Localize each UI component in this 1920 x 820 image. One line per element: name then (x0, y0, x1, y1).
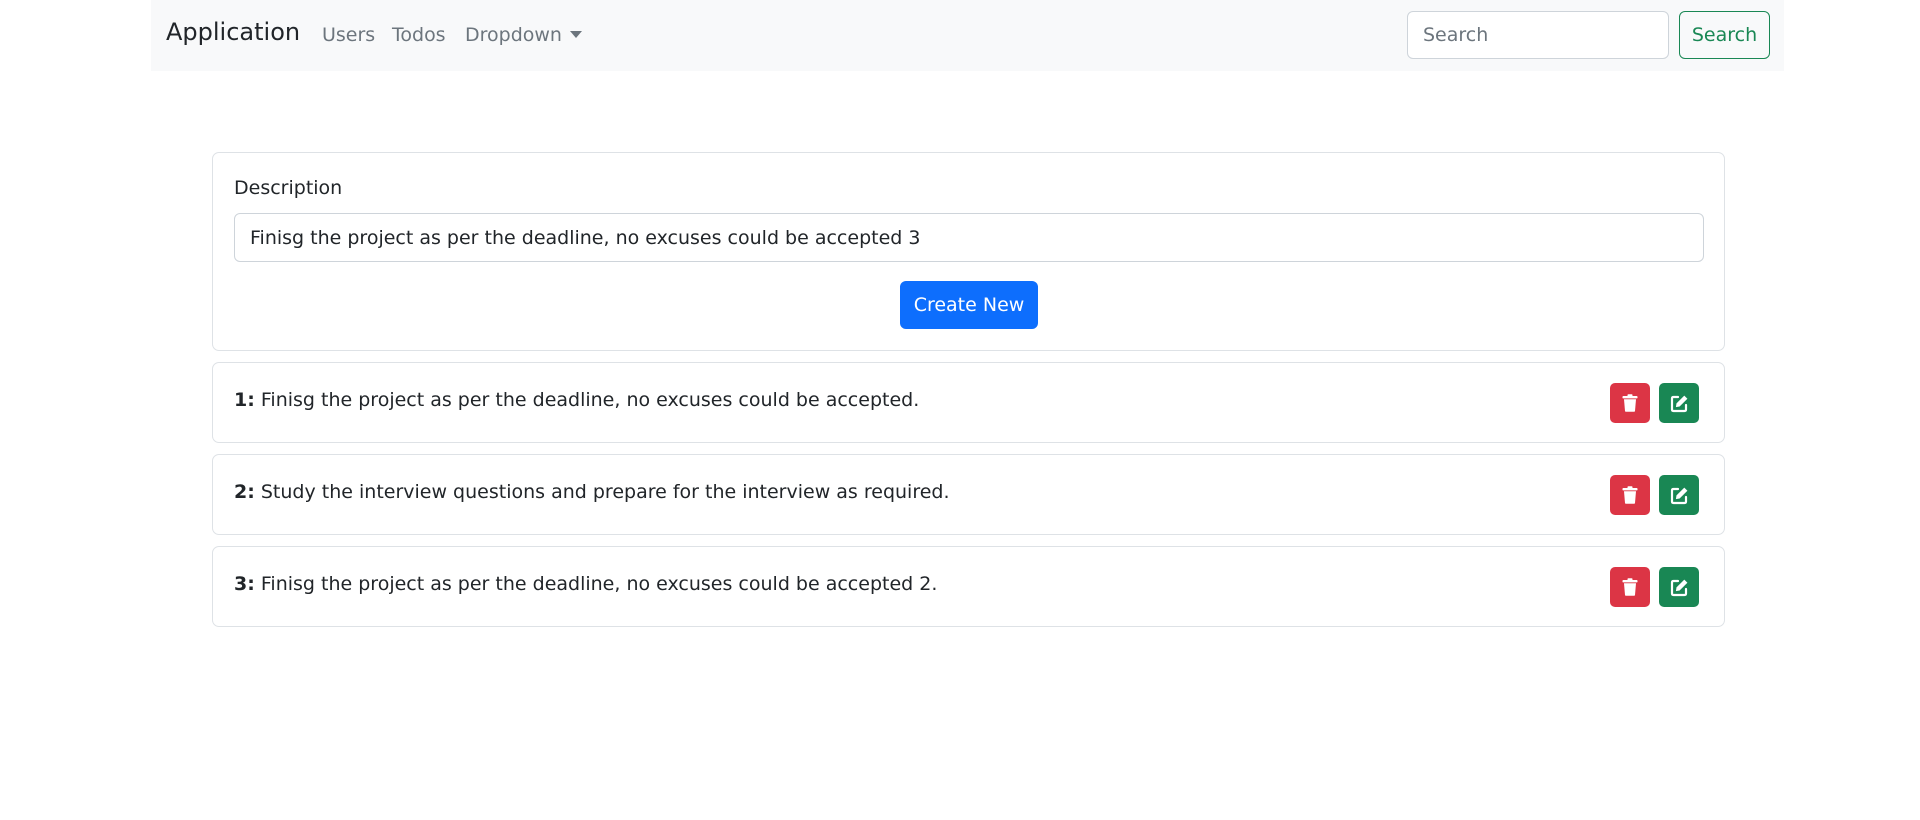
todo-item: 3: Finisg the project as per the deadlin… (212, 546, 1725, 627)
todo-number: 3: (234, 573, 255, 595)
todo-description: Study the interview questions and prepar… (260, 481, 950, 503)
edit-button[interactable] (1659, 567, 1699, 607)
todo-text: 2: Study the interview questions and pre… (234, 481, 950, 503)
edit-button[interactable] (1659, 475, 1699, 515)
brand-link[interactable]: Application (166, 18, 300, 46)
delete-button[interactable] (1610, 383, 1650, 423)
nav-dropdown-toggle[interactable]: Dropdown (465, 24, 582, 46)
edit-button[interactable] (1659, 383, 1699, 423)
todo-description: Finisg the project as per the deadline, … (260, 573, 938, 595)
delete-button[interactable] (1610, 567, 1650, 607)
nav-dropdown-label: Dropdown (465, 24, 562, 46)
navbar: Application Users Todos Dropdown Search (151, 0, 1784, 71)
nav-link-users[interactable]: Users (322, 24, 375, 46)
description-input[interactable] (234, 213, 1704, 262)
edit-icon (1670, 487, 1687, 504)
todo-number: 2: (234, 481, 255, 503)
todo-number: 1: (234, 389, 255, 411)
trash-icon (1622, 578, 1638, 596)
todo-text: 1: Finisg the project as per the deadlin… (234, 389, 919, 411)
trash-icon (1622, 394, 1638, 412)
edit-icon (1670, 579, 1687, 596)
trash-icon (1622, 486, 1638, 504)
edit-icon (1670, 395, 1687, 412)
todo-text: 3: Finisg the project as per the deadlin… (234, 573, 937, 595)
create-new-button[interactable]: Create New (900, 281, 1038, 329)
todo-item: 2: Study the interview questions and pre… (212, 454, 1725, 535)
todo-item: 1: Finisg the project as per the deadlin… (212, 362, 1725, 443)
caret-down-icon (569, 31, 582, 38)
search-button[interactable]: Search (1679, 11, 1770, 59)
delete-button[interactable] (1610, 475, 1650, 515)
todo-description: Finisg the project as per the deadline, … (260, 389, 920, 411)
search-input[interactable] (1407, 11, 1669, 59)
nav-link-todos[interactable]: Todos (392, 24, 446, 46)
create-todo-card: Description Create New (212, 152, 1725, 351)
description-label: Description (234, 177, 343, 199)
